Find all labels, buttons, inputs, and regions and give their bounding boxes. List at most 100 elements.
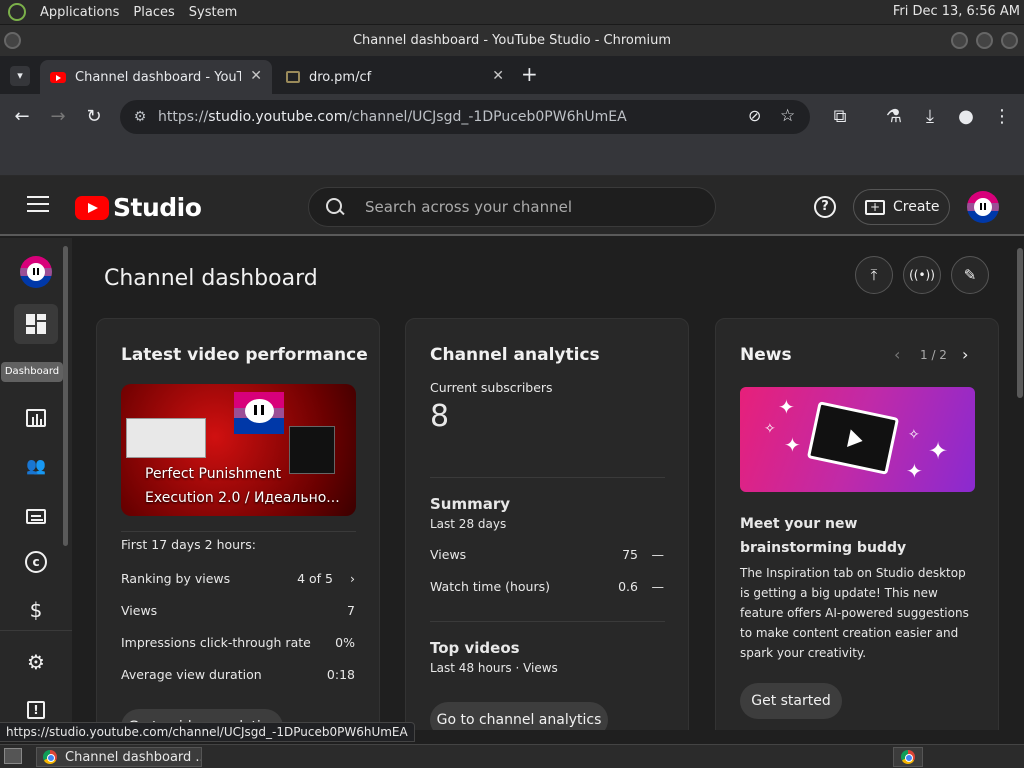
tab-search-icon[interactable]: ▾ — [10, 66, 30, 86]
nav-settings[interactable]: ⚙ — [14, 642, 58, 682]
system-menu[interactable]: System — [189, 5, 237, 20]
search-icon[interactable] — [325, 197, 345, 217]
sparkle-icon: ✧ — [764, 421, 776, 437]
page-title: Channel dashboard — [104, 266, 318, 291]
studio-logo[interactable]: Studio — [75, 193, 202, 222]
video-window-icon — [806, 401, 900, 475]
nav-copyright[interactable]: c — [14, 542, 58, 582]
go-to-channel-analytics-button[interactable]: Go to channel analytics — [430, 702, 608, 730]
dashboard-tooltip: Dashboard — [1, 362, 63, 382]
site-info-icon[interactable]: ⚙ — [130, 109, 150, 125]
download-icon[interactable]: ⤓ — [919, 106, 941, 128]
tab-close-icon[interactable]: ✕ — [250, 68, 262, 84]
extensions-icon[interactable]: ⧉ — [829, 106, 851, 128]
stat-row[interactable]: Ranking by views 4 of 5 › — [121, 571, 355, 586]
nav-dashboard[interactable] — [14, 304, 58, 344]
stat-row: Views 7 — [121, 603, 355, 618]
browser-toolbar: ← → ↻ ⚙ https://studio.youtube.com/chann… — [0, 94, 1024, 140]
news-card: News ‹ 1 / 2 › ✦ ✧ ✦ ✦ ✧ ✦ Meet your new… — [715, 318, 999, 730]
edit-icon: ✎ — [963, 266, 977, 284]
studio-header: Studio ? + Create — [0, 176, 1024, 236]
profile-icon[interactable]: ● — [955, 106, 977, 128]
subtitles-icon — [26, 508, 46, 524]
channel-search[interactable] — [308, 187, 716, 227]
window-title: Channel dashboard - YouTube Studio - Chr… — [352, 33, 672, 48]
channel-analytics-card: Channel analytics Current subscribers 8 … — [405, 318, 689, 730]
channel-avatar[interactable] — [20, 256, 52, 288]
hamburger-menu-icon[interactable] — [27, 196, 49, 214]
os-taskbar: Channel dashboard ... — [0, 744, 1024, 768]
settings-icon: ⚙ — [27, 650, 45, 674]
back-icon[interactable]: ← — [11, 106, 33, 128]
maximize-icon[interactable] — [976, 32, 993, 49]
chromium-icon — [901, 750, 915, 764]
tab-strip: ▾ Channel dashboard - YouTube Studio ✕ d… — [0, 56, 1024, 94]
help-icon[interactable]: ? — [814, 196, 836, 218]
tab-label: dro.pm/cf — [309, 69, 372, 85]
search-input[interactable] — [365, 198, 705, 216]
forward-icon[interactable]: → — [47, 106, 69, 128]
bookmark-bar — [0, 140, 1024, 176]
url-scheme: https:// — [158, 109, 209, 125]
go-live-button[interactable]: ((•)) — [903, 256, 941, 294]
sparkle-icon: ✦ — [928, 437, 949, 465]
nav-scrollbar[interactable] — [63, 246, 68, 546]
tab-close-icon[interactable]: ✕ — [492, 68, 504, 84]
thumbnail-window-image — [126, 418, 206, 458]
nav-subtitles[interactable] — [14, 496, 58, 536]
get-started-button[interactable]: Get started — [740, 683, 842, 719]
account-avatar[interactable] — [967, 191, 999, 223]
chevron-right-icon[interactable]: › — [962, 345, 968, 364]
analytics-icon — [26, 409, 46, 427]
subscribers-label: Current subscribers — [430, 380, 553, 395]
nav-community[interactable]: 👥 — [14, 446, 58, 486]
window-menu-icon[interactable] — [4, 32, 21, 49]
main-content: Channel dashboard ⤒ ((•)) ✎ Latest video… — [72, 238, 1016, 730]
news-banner-image[interactable]: ✦ ✧ ✦ ✦ ✧ ✦ — [740, 387, 975, 492]
address-bar[interactable]: ⚙ https://studio.youtube.com/channel/UCJ… — [120, 100, 810, 134]
star-icon[interactable]: ☆ — [780, 106, 795, 126]
video-title: Perfect Punishment Execution 2.0 / Идеал… — [145, 466, 340, 506]
tab-dro-pm[interactable]: dro.pm/cf ✕ — [276, 60, 514, 94]
summary-row: Views 75 — — [430, 547, 664, 562]
url-path: /channel/UCJsgd_-1DPuceb0PW6hUmEA — [347, 109, 627, 125]
youtube-favicon-icon — [50, 71, 66, 83]
subscribers-count: 8 — [430, 399, 450, 434]
new-tab-button[interactable]: + — [521, 62, 538, 86]
card-title: News — [740, 345, 792, 365]
news-pager: 1 / 2 — [920, 348, 947, 362]
window-titlebar: Channel dashboard - YouTube Studio - Chr… — [0, 25, 1024, 56]
page-scrollbar[interactable] — [1016, 238, 1024, 730]
latest-video-card: Latest video performance Perfect Punishm… — [96, 318, 380, 730]
live-icon: ((•)) — [909, 268, 935, 282]
places-menu[interactable]: Places — [133, 5, 174, 20]
tray-chromium-button[interactable] — [893, 747, 923, 767]
create-video-icon: + — [865, 199, 885, 215]
eye-slash-icon[interactable]: ⊘ — [748, 106, 761, 125]
show-desktop-icon[interactable] — [4, 748, 22, 764]
top-videos-period: Last 48 hours · Views — [430, 661, 558, 675]
chevron-right-icon[interactable]: › — [350, 571, 355, 586]
nav-analytics[interactable] — [14, 398, 58, 438]
labs-icon[interactable]: ⚗ — [883, 106, 905, 128]
clock[interactable]: Fri Dec 13, 6:56 AM — [893, 4, 1020, 19]
tab-channel-dashboard[interactable]: Channel dashboard - YouTube Studio ✕ — [40, 60, 272, 94]
applications-menu[interactable]: Applications — [40, 5, 119, 20]
reload-icon[interactable]: ↻ — [83, 106, 105, 128]
minimize-icon[interactable] — [951, 32, 968, 49]
card-title: Channel analytics — [430, 345, 600, 365]
create-post-button[interactable]: ✎ — [951, 256, 989, 294]
more-menu-icon[interactable]: ⋮ — [991, 106, 1013, 128]
taskbar-window-button[interactable]: Channel dashboard ... — [36, 747, 202, 767]
sparkle-icon: ✦ — [784, 433, 801, 457]
youtube-logo-icon — [75, 195, 109, 220]
upload-button[interactable]: ⤒ — [855, 256, 893, 294]
nav-earn[interactable]: $ — [14, 590, 58, 630]
period-label: First 17 days 2 hours: — [121, 537, 256, 552]
video-thumbnail[interactable]: Perfect Punishment Execution 2.0 / Идеал… — [121, 384, 356, 516]
chevron-left-icon[interactable]: ‹ — [894, 345, 900, 364]
stat-row: Average view duration 0:18 — [121, 667, 355, 682]
create-button[interactable]: + Create — [853, 189, 950, 225]
os-logo-icon[interactable] — [8, 3, 26, 21]
close-window-icon[interactable] — [1001, 32, 1018, 49]
